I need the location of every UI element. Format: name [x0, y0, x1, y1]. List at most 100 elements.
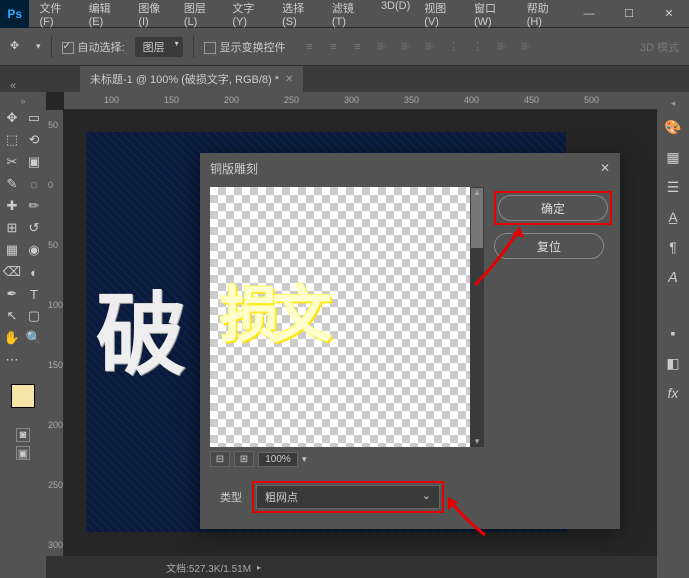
- marquee-tool[interactable]: ⬚: [2, 130, 22, 150]
- type-value: 粗网点: [265, 489, 298, 505]
- tab-scroll-icon[interactable]: «: [10, 80, 16, 92]
- hand-tool[interactable]: ✋: [2, 328, 22, 348]
- canvas-text-layer: 破: [96, 262, 186, 392]
- status-dropdown-icon[interactable]: ▸: [257, 563, 261, 572]
- shape-tool[interactable]: ▢: [24, 306, 44, 326]
- quick-mask-toggle[interactable]: ◙: [16, 428, 30, 442]
- menu-edit[interactable]: 编辑(E): [83, 0, 131, 32]
- styles-panel-icon[interactable]: fx: [661, 381, 685, 405]
- auto-select-checkbox[interactable]: 自动选择:: [62, 39, 125, 55]
- ruler-horizontal: 100150200250300350400450500: [64, 92, 657, 110]
- adjustments-panel-icon[interactable]: ◧: [661, 351, 685, 375]
- libraries-panel-icon[interactable]: ☰: [661, 175, 685, 199]
- quick-select-tool[interactable]: ◌: [24, 174, 44, 194]
- zoom-controls: ⊟ ⊞ 100% ▾: [210, 451, 484, 467]
- tools-collapse-icon[interactable]: »: [20, 96, 25, 106]
- reset-button[interactable]: 复位: [494, 233, 604, 259]
- screen-mode-toggle[interactable]: ▣: [16, 446, 30, 460]
- mode-3d-label: 3D 模式: [640, 39, 679, 55]
- distribute-icon[interactable]: ⊪: [492, 37, 512, 57]
- distribute-icon[interactable]: ⋮: [468, 37, 488, 57]
- dodge-tool[interactable]: ◐: [24, 262, 44, 282]
- menu-view[interactable]: 视图(V): [418, 0, 466, 32]
- options-bar: ✥ ▾ 自动选择: 图层 显示变换控件 ≡≡≡ ⊪⊪⊪ ⋮⋮ ⊪⊪ 3D 模式: [0, 28, 689, 66]
- document-tab-label: 未标题-1 @ 100% (破损文字, RGB/8) *: [90, 71, 279, 87]
- swatches-panel-icon[interactable]: ▦: [661, 145, 685, 169]
- zoom-out-button[interactable]: ⊟: [210, 451, 230, 467]
- swatches-icon[interactable]: ▪: [661, 321, 685, 345]
- menu-layer[interactable]: 图层(L): [178, 0, 225, 32]
- menu-select[interactable]: 选择(S): [276, 0, 324, 32]
- menu-file[interactable]: 文件(F): [33, 0, 80, 32]
- type-tool[interactable]: T: [24, 284, 44, 304]
- close-button[interactable]: ✕: [649, 0, 689, 28]
- move-tool[interactable]: ✥: [2, 108, 22, 128]
- menu-filter[interactable]: 滤镜(T): [326, 0, 373, 32]
- dialog-close-icon[interactable]: ✕: [600, 161, 610, 175]
- clone-tool[interactable]: ⊞: [2, 218, 22, 238]
- menu-help[interactable]: 帮助(H): [521, 0, 569, 32]
- menu-3d[interactable]: 3D(D): [375, 0, 416, 32]
- glyphs-panel-icon[interactable]: 𝘈: [661, 265, 685, 289]
- frame-tool[interactable]: ▣: [24, 152, 44, 172]
- distribute-icon[interactable]: ⊪: [516, 37, 536, 57]
- document-tab-bar: « 未标题-1 @ 100% (破损文字, RGB/8) * ✕: [0, 66, 689, 92]
- preview-text-content: 损文: [220, 267, 324, 354]
- tool-dropdown-icon[interactable]: ▾: [36, 41, 41, 52]
- auto-select-target-dropdown[interactable]: 图层: [135, 37, 183, 57]
- move-tool-icon: ✥: [10, 39, 26, 55]
- character-panel-icon[interactable]: A̲: [661, 205, 685, 229]
- align-icon[interactable]: ≡: [324, 37, 344, 57]
- menu-type[interactable]: 文字(Y): [226, 0, 274, 32]
- zoom-dropdown-icon[interactable]: ▾: [302, 454, 307, 465]
- document-info: 文档:527.3K/1.51M: [166, 560, 251, 575]
- dropdown-chevron-icon: ⌄: [422, 489, 431, 505]
- close-tab-icon[interactable]: ✕: [285, 74, 293, 85]
- type-dropdown[interactable]: 粗网点 ⌄: [256, 485, 440, 509]
- gradient-tool[interactable]: ▦: [2, 240, 22, 260]
- minimize-button[interactable]: —: [569, 0, 609, 28]
- align-icon[interactable]: ⊪: [396, 37, 416, 57]
- dialog-titlebar[interactable]: 铜版雕刻 ✕: [200, 153, 620, 183]
- panel-collapse-icon[interactable]: ◂: [671, 98, 676, 109]
- window-controls: — ☐ ✕: [569, 0, 689, 28]
- zoom-tool[interactable]: 🔍: [24, 328, 44, 348]
- eraser-tool[interactable]: ⌫: [2, 262, 22, 282]
- tools-panel: » ✥▭ ⬚⟲ ✂▣ ✎◌ ✚✏ ⊞↺ ▦◉ ⌫◐ ✒T ↖▢ ✋🔍 ⋯ ◙ ▣: [0, 92, 46, 578]
- paragraph-panel-icon[interactable]: ¶: [661, 235, 685, 259]
- align-icon[interactable]: ⊪: [420, 37, 440, 57]
- zoom-value[interactable]: 100%: [258, 452, 298, 467]
- menu-window[interactable]: 窗口(W): [468, 0, 519, 32]
- edit-toolbar[interactable]: ⋯: [2, 350, 22, 370]
- healing-tool[interactable]: ✚: [2, 196, 22, 216]
- title-bar: Ps 文件(F) 编辑(E) 图像(I) 图层(L) 文字(Y) 选择(S) 滤…: [0, 0, 689, 28]
- align-icons: ≡≡≡ ⊪⊪⊪ ⋮⋮ ⊪⊪: [300, 37, 536, 57]
- blur-tool[interactable]: ◉: [24, 240, 44, 260]
- ruler-vertical: 50050100150200250300: [46, 110, 64, 578]
- maximize-button[interactable]: ☐: [609, 0, 649, 28]
- crop-tool[interactable]: ✂: [2, 152, 22, 172]
- preview-scrollbar[interactable]: ▴ ▾: [470, 187, 484, 447]
- main-menu: 文件(F) 编辑(E) 图像(I) 图层(L) 文字(Y) 选择(S) 滤镜(T…: [33, 0, 569, 32]
- align-icon[interactable]: ⊪: [372, 37, 392, 57]
- align-icon[interactable]: ≡: [348, 37, 368, 57]
- eyedropper-tool[interactable]: ✎: [2, 174, 22, 194]
- artboard-tool[interactable]: ▭: [24, 108, 44, 128]
- lasso-tool[interactable]: ⟲: [24, 130, 44, 150]
- color-panel-icon[interactable]: 🎨: [661, 115, 685, 139]
- app-logo: Ps: [0, 0, 29, 28]
- distribute-icon[interactable]: ⋮: [444, 37, 464, 57]
- ok-button[interactable]: 确定: [498, 195, 608, 221]
- align-icon[interactable]: ≡: [300, 37, 320, 57]
- brush-tool[interactable]: ✏: [24, 196, 44, 216]
- pen-tool[interactable]: ✒: [2, 284, 22, 304]
- foreground-color-swatch[interactable]: [11, 384, 35, 408]
- zoom-in-button[interactable]: ⊞: [234, 451, 254, 467]
- show-transform-checkbox[interactable]: 显示变换控件: [204, 39, 286, 55]
- dialog-title-text: 铜版雕刻: [210, 160, 258, 177]
- menu-image[interactable]: 图像(I): [132, 0, 176, 32]
- document-tab[interactable]: 未标题-1 @ 100% (破损文字, RGB/8) * ✕: [80, 66, 303, 92]
- path-tool[interactable]: ↖: [2, 306, 22, 326]
- history-brush-tool[interactable]: ↺: [24, 218, 44, 238]
- filter-preview[interactable]: 损文: [210, 187, 470, 447]
